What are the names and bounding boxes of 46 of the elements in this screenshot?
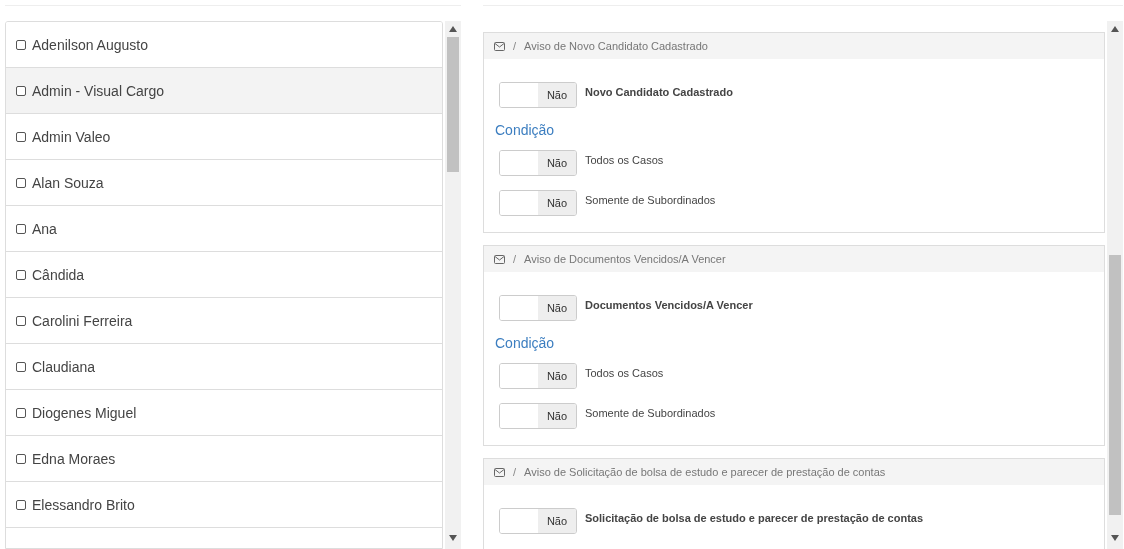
- toggle-switch[interactable]: Não: [499, 190, 577, 216]
- section-heading: Condição: [495, 335, 556, 351]
- section-heading: Condição: [495, 122, 556, 138]
- checkbox[interactable]: [16, 499, 26, 510]
- toggle-switch[interactable]: Não: [499, 295, 577, 321]
- checkbox[interactable]: [16, 223, 26, 234]
- scrollbar-thumb[interactable]: [1109, 255, 1121, 515]
- toggle-switch[interactable]: Não: [499, 403, 577, 429]
- toggle-label: Todos os Casos: [585, 366, 664, 379]
- envelope-icon: [494, 467, 505, 477]
- checkbox[interactable]: [16, 315, 26, 326]
- panel-title: Aviso de Documentos Vencidos/A Vencer: [524, 253, 726, 265]
- checkbox[interactable]: [16, 177, 26, 188]
- toggle-switch[interactable]: Não: [499, 82, 577, 108]
- scrollbar-thumb[interactable]: [447, 37, 459, 172]
- checkbox[interactable]: [16, 453, 26, 464]
- toggle-label: Solicitação de bolsa de estudo e parecer de prestação de contas: [585, 511, 924, 524]
- scrollbar[interactable]: [1107, 21, 1123, 549]
- scroll-up-icon[interactable]: [449, 26, 457, 32]
- user-list-item[interactable]: Adenilson Augusto: [6, 22, 442, 68]
- checkbox[interactable]: [16, 407, 26, 418]
- checkbox[interactable]: [16, 361, 26, 372]
- toggle-switch[interactable]: Não: [499, 150, 577, 176]
- envelope-icon: [494, 254, 505, 264]
- breadcrumb-separator: /: [513, 40, 517, 52]
- toggle-label: Somente de Subordinados: [585, 193, 716, 206]
- breadcrumb-separator: /: [513, 466, 517, 478]
- toggle-switch[interactable]: Não: [499, 508, 577, 534]
- scrollbar[interactable]: [445, 21, 461, 549]
- checkbox[interactable]: [16, 131, 26, 142]
- user-list-item[interactable]: Admin - Visual Cargo: [6, 68, 442, 114]
- checkbox[interactable]: [16, 269, 26, 280]
- toggle-label: Novo Candidato Cadastrado: [585, 85, 733, 98]
- envelope-icon: [494, 41, 505, 51]
- toggle-label: Documentos Vencidos/A Vencer: [585, 298, 753, 311]
- checkbox[interactable]: [16, 85, 26, 96]
- breadcrumb-separator: /: [513, 253, 517, 265]
- panel-title: Aviso de Novo Candidato Cadastrado: [524, 40, 708, 52]
- scroll-down-icon[interactable]: [1111, 535, 1119, 541]
- checkbox[interactable]: [16, 39, 26, 50]
- panel-title: Aviso de Solicitação de bolsa de estudo e parecer de prestação de contas: [524, 466, 886, 478]
- toggle-label: Todos os Casos: [585, 153, 664, 166]
- scroll-up-icon[interactable]: [1111, 26, 1119, 32]
- scroll-down-icon[interactable]: [449, 535, 457, 541]
- toggle-switch[interactable]: Não: [499, 363, 577, 389]
- toggle-label: Somente de Subordinados: [585, 406, 716, 419]
